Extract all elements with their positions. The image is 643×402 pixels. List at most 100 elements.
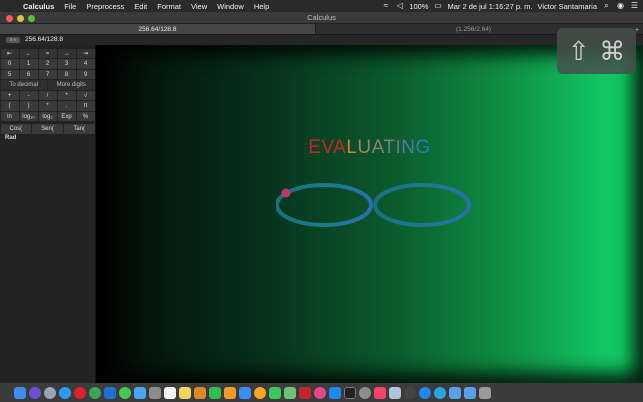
keynote-icon[interactable]: [239, 386, 251, 399]
key-2[interactable]: 2: [38, 59, 57, 69]
pages-icon[interactable]: [224, 386, 236, 399]
key-5[interactable]: 5: [0, 69, 19, 79]
key-percent[interactable]: %: [76, 111, 95, 121]
key-divide[interactable]: /: [38, 90, 57, 100]
key-plus[interactable]: +: [0, 90, 19, 100]
music-icon[interactable]: [374, 386, 386, 399]
menu-file[interactable]: File: [59, 2, 81, 11]
tab-active[interactable]: 256.64/128.8: [0, 24, 316, 34]
terminal-icon[interactable]: [344, 386, 356, 399]
key-log10[interactable]: log₁₀: [19, 111, 38, 121]
to-decimal-button[interactable]: To decimal: [0, 80, 47, 90]
zoom-window-button[interactable]: [28, 14, 35, 22]
key-8[interactable]: 8: [57, 69, 76, 79]
menu-user[interactable]: Victor Santamaria: [538, 2, 597, 11]
precision-badge[interactable]: 4 ∞: [6, 37, 20, 43]
itunes-icon[interactable]: [314, 386, 326, 399]
key-6[interactable]: 6: [19, 69, 38, 79]
app-store-icon[interactable]: [329, 386, 341, 399]
key-sen[interactable]: Sen(: [32, 124, 63, 134]
launchpad-icon[interactable]: [44, 386, 56, 399]
keypad-row-digits-5-9: 5 6 7 8 9: [0, 69, 95, 80]
search-icon[interactable]: ⌕: [602, 2, 611, 10]
evaluating-label-blue: LUATING: [346, 137, 431, 158]
key-7[interactable]: 7: [38, 69, 57, 79]
mail-icon[interactable]: [134, 386, 146, 399]
key-open-paren[interactable]: (: [0, 101, 19, 111]
telegram-icon[interactable]: [434, 386, 446, 399]
notes-icon[interactable]: [179, 386, 191, 399]
menu-window[interactable]: Window: [212, 2, 249, 11]
more-digits-button[interactable]: More digits: [48, 80, 95, 90]
key-1[interactable]: 1: [19, 59, 38, 69]
key-asterisk[interactable]: *: [38, 101, 57, 111]
key-pi[interactable]: π: [76, 101, 95, 111]
messages-icon[interactable]: [119, 386, 131, 399]
infinity-loading-icon: [276, 183, 471, 227]
close-window-button[interactable]: [6, 14, 13, 22]
key-4[interactable]: 4: [76, 59, 95, 69]
keypad-row-functions: ln log₁₀ log₂ Exp %: [0, 111, 95, 122]
documents-folder-icon[interactable]: [464, 386, 476, 399]
key-home[interactable]: ⇤: [0, 48, 19, 58]
app-icon-a[interactable]: [149, 386, 161, 399]
key-equals[interactable]: =: [38, 48, 57, 58]
key-log2[interactable]: log₂: [38, 111, 57, 121]
downloads-folder-icon[interactable]: [449, 386, 461, 399]
menu-view[interactable]: View: [186, 2, 212, 11]
messenger-icon[interactable]: [419, 386, 431, 399]
safari-icon[interactable]: [59, 386, 71, 399]
menu-help[interactable]: Help: [249, 2, 274, 11]
trash-icon[interactable]: [479, 386, 491, 399]
key-minus[interactable]: -: [19, 90, 38, 100]
notification-center-icon[interactable]: ☰: [630, 2, 639, 10]
xcode-icon[interactable]: [104, 386, 116, 399]
key-right[interactable]: →: [57, 48, 76, 58]
chrome-icon[interactable]: [89, 386, 101, 399]
key-0[interactable]: 0: [0, 59, 19, 69]
menu-datetime[interactable]: Mar 2 de jul 1:16:27 p. m.: [447, 2, 532, 11]
facetime-icon[interactable]: [269, 386, 281, 399]
keypad-row-precision: To decimal More digits: [0, 80, 95, 91]
key-exp[interactable]: Exp: [57, 111, 76, 121]
battery-percent: 100%: [409, 1, 429, 11]
maps-icon[interactable]: [284, 386, 296, 399]
menu-app-name[interactable]: Calculus: [18, 2, 59, 11]
help-icon[interactable]: [404, 386, 416, 399]
window-titlebar: Calculus: [0, 12, 643, 24]
menu-preprocess[interactable]: Preprocess: [81, 2, 129, 11]
key-3[interactable]: 3: [57, 59, 76, 69]
calendar-icon[interactable]: [164, 386, 176, 399]
siri-app-icon[interactable]: [29, 386, 41, 399]
siri-icon[interactable]: ◉: [616, 2, 625, 10]
key-decimal-point[interactable]: .: [57, 101, 76, 111]
key-tan[interactable]: Tan(: [63, 124, 95, 134]
key-cos[interactable]: Cos(: [0, 124, 32, 134]
key-9[interactable]: 9: [76, 69, 95, 79]
menu-format[interactable]: Format: [152, 2, 186, 11]
preview-icon[interactable]: [389, 386, 401, 399]
dock: [0, 383, 643, 402]
key-multiply[interactable]: *: [57, 90, 76, 100]
key-sqrt[interactable]: √: [76, 90, 95, 100]
key-ln[interactable]: ln: [0, 111, 19, 121]
photos-icon[interactable]: [254, 386, 266, 399]
opera-icon[interactable]: [74, 386, 86, 399]
wifi-icon[interactable]: ≈: [381, 2, 390, 10]
key-left[interactable]: ←: [19, 48, 38, 58]
angle-mode-label[interactable]: Rad: [0, 134, 95, 143]
key-end[interactable]: ⇥: [76, 48, 95, 58]
evaluation-canvas: EVALUATING: [96, 45, 643, 383]
photo-booth-icon[interactable]: [299, 386, 311, 399]
system-preferences-icon[interactable]: [359, 386, 371, 399]
expression-input[interactable]: 256.64/128.8: [25, 35, 63, 45]
books-icon[interactable]: [194, 386, 206, 399]
numbers-icon[interactable]: [209, 386, 221, 399]
window-title: Calculus: [307, 13, 336, 22]
battery-icon[interactable]: ▭: [433, 2, 442, 10]
menu-edit[interactable]: Edit: [129, 2, 152, 11]
finder-icon[interactable]: [14, 386, 26, 399]
volume-icon[interactable]: ◁: [395, 2, 404, 10]
key-close-paren[interactable]: ): [19, 101, 38, 111]
minimize-window-button[interactable]: [17, 14, 24, 22]
